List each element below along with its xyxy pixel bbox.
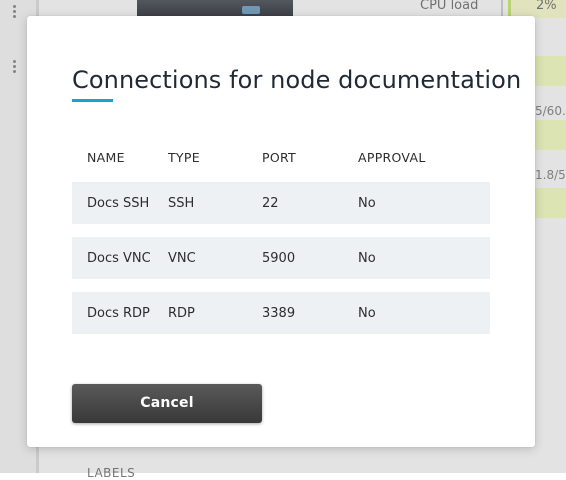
connections-table: NAME TYPE PORT APPROVAL Docs SSH SSH 22 …: [72, 139, 490, 334]
cell-port: 22: [262, 195, 279, 211]
table-row[interactable]: Docs SSH SSH 22 No: [72, 182, 490, 224]
table-body: Docs SSH SSH 22 No Docs VNC VNC 5900 No …: [72, 182, 490, 334]
cell-name: Docs SSH: [87, 195, 150, 211]
cell-approval: No: [358, 250, 376, 266]
cell-type: VNC: [168, 250, 196, 266]
cell-port: 5900: [262, 250, 296, 266]
cell-approval: No: [358, 195, 376, 211]
title-underline: [72, 99, 113, 102]
cell-name: Docs VNC: [87, 250, 151, 266]
column-header-approval: APPROVAL: [358, 149, 426, 165]
connections-dialog: Connections for node documentation NAME …: [27, 16, 535, 447]
dialog-title: Connections for node documentation: [72, 66, 522, 94]
table-header-row: NAME TYPE PORT APPROVAL: [72, 139, 490, 175]
cell-type: SSH: [168, 195, 195, 211]
cell-approval: No: [358, 305, 376, 321]
column-header-type: TYPE: [168, 149, 200, 165]
column-header-port: PORT: [262, 149, 296, 165]
cell-name: Docs RDP: [87, 305, 150, 321]
cell-port: 3389: [262, 305, 296, 321]
cell-type: RDP: [168, 305, 195, 321]
table-row[interactable]: Docs RDP RDP 3389 No: [72, 292, 490, 334]
table-row[interactable]: Docs VNC VNC 5900 No: [72, 237, 490, 279]
column-header-name: NAME: [87, 149, 125, 165]
cancel-button[interactable]: Cancel: [72, 384, 262, 423]
